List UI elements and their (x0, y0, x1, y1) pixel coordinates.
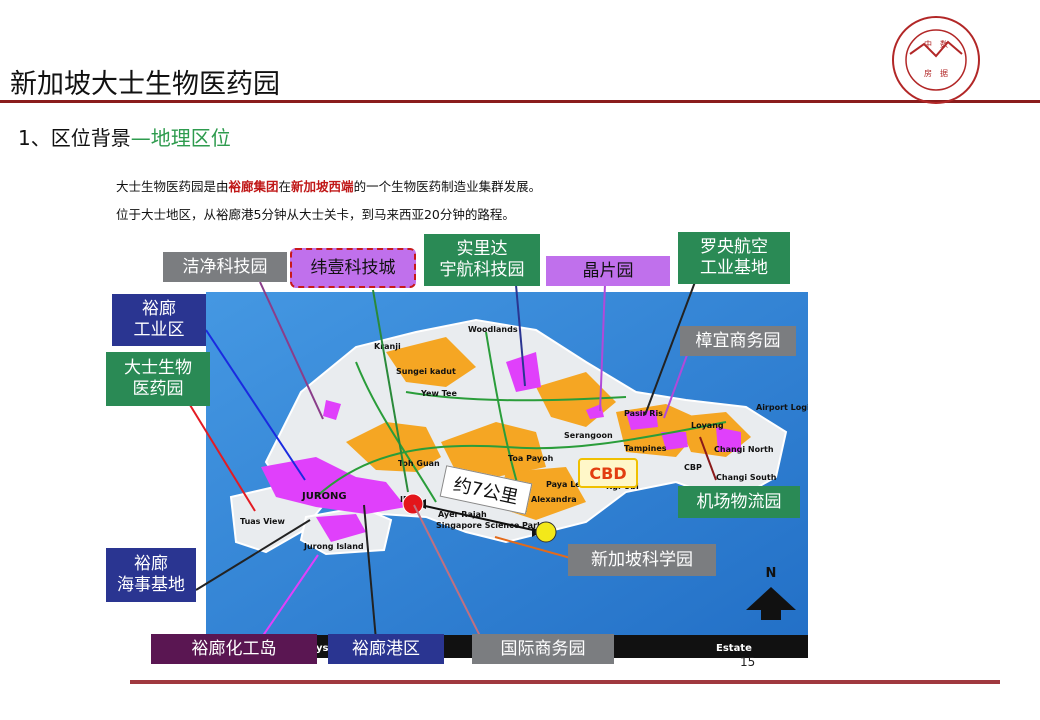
label-airport-logistics-park: 机场物流园 (678, 486, 800, 518)
label-loyang-aviation: 罗央航空 工业基地 (678, 232, 790, 284)
label-jurong-port: 裕廊港区 (328, 634, 444, 664)
label-jurong-ind-line1: 裕廊 (142, 299, 176, 319)
label-science-park: 新加坡科学园 (568, 544, 716, 576)
label-one-north: 纬壹科技城 (290, 248, 416, 288)
label-changi-business-park: 樟宜商务园 (680, 326, 796, 356)
label-seletar-line1: 实里达 (456, 239, 508, 259)
label-marine-line1: 裕廊 (134, 554, 168, 574)
footer-divider (130, 680, 1000, 684)
label-jurong-industrial: 裕廊 工业区 (112, 294, 206, 346)
cbd-label: CBD (578, 458, 638, 488)
label-loyang-line2: 工业基地 (700, 258, 768, 278)
label-jurong-marine: 裕廊 海事基地 (106, 548, 196, 602)
label-wafer-fab-park: 晶片园 (546, 256, 670, 286)
label-jurong-island-chem: 裕廊化工岛 (151, 634, 317, 664)
label-jurong-ind-line2: 工业区 (133, 320, 185, 340)
label-international-business-park: 国际商务园 (472, 634, 614, 664)
label-loyang-line1: 罗央航空 (700, 237, 768, 257)
label-tuas-line1: 大士生物 (124, 358, 192, 378)
label-seletar-aerospace: 实里达 宇航科技园 (424, 234, 540, 286)
label-marine-line2: 海事基地 (117, 575, 185, 595)
page-number: 15 (740, 655, 756, 669)
label-clean-tech-park: 洁净科技园 (163, 252, 287, 282)
label-seletar-line2: 宇航科技园 (439, 260, 525, 280)
label-tuas-line2: 医药园 (132, 379, 184, 399)
label-tuas-biomedical: 大士生物 医药园 (106, 352, 210, 406)
